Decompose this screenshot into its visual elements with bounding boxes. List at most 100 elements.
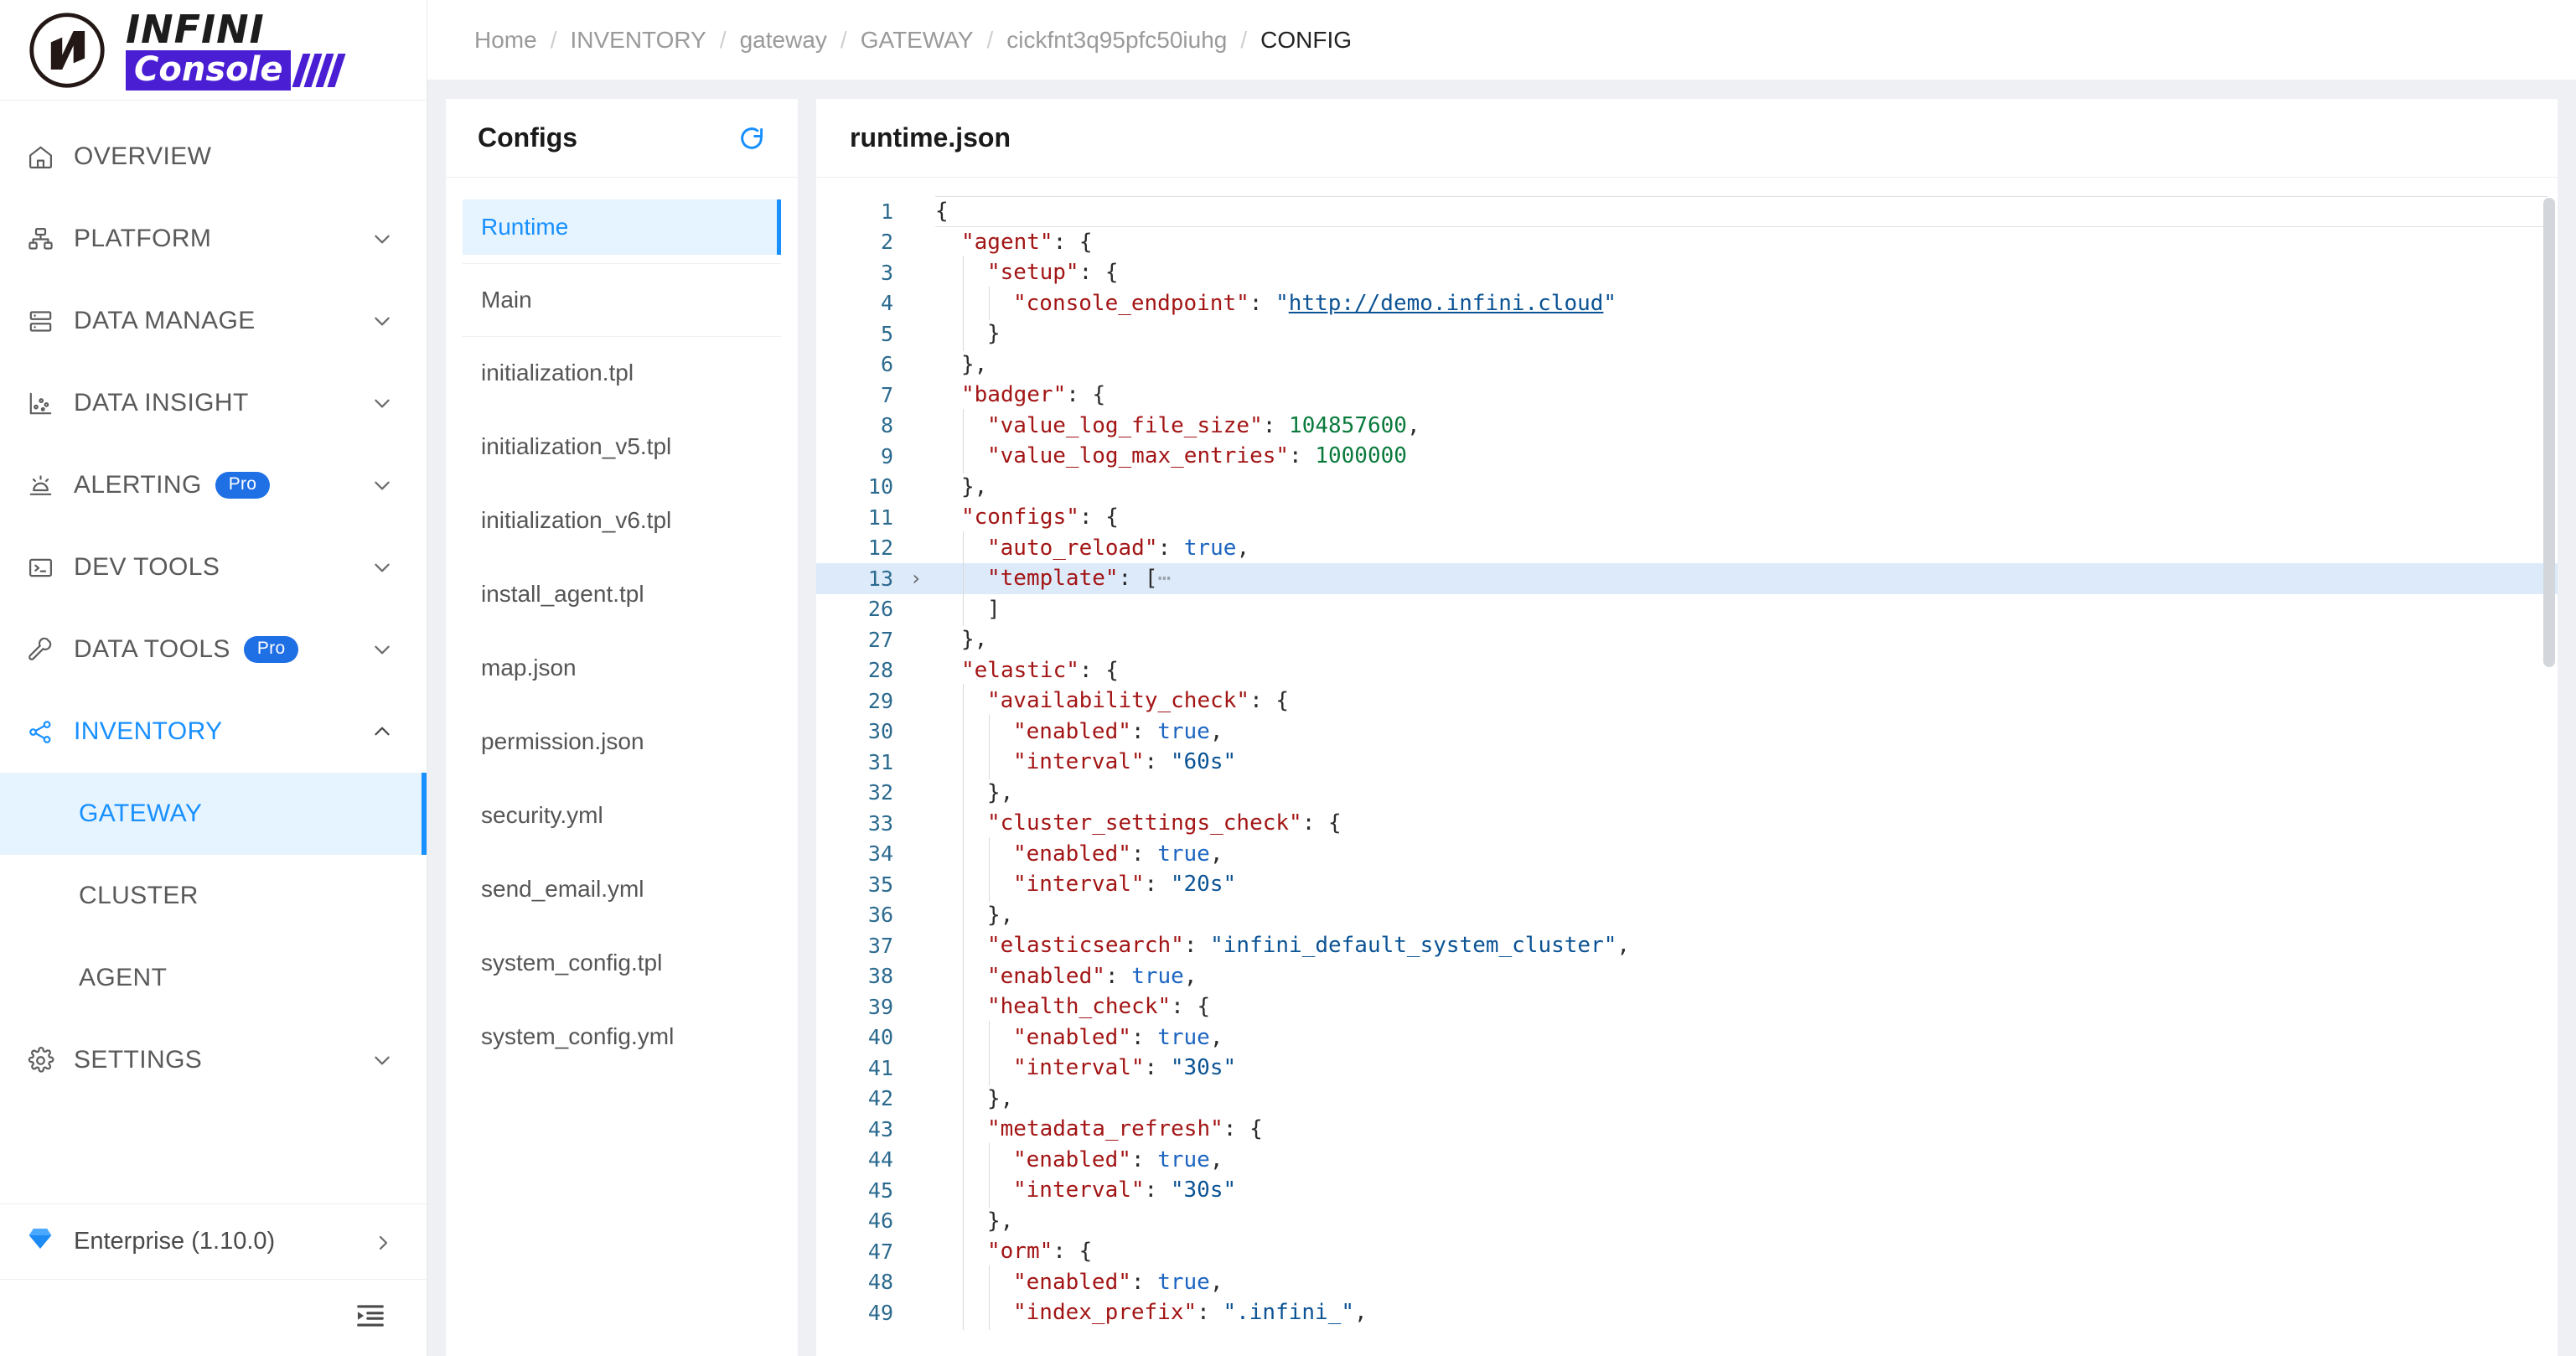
code-cell[interactable]: "orm": {	[935, 1234, 2558, 1268]
code-line[interactable]: 4 "console_endpoint": "http://demo.infini…	[816, 286, 2558, 320]
code-cell[interactable]: "cluster_settings_check": {	[935, 806, 2558, 840]
code-line[interactable]: 11 "configs": {	[816, 502, 2558, 533]
breadcrumb-item-cickfnt3q95pfc50iuhg[interactable]: cickfnt3q95pfc50iuhg	[1006, 27, 1227, 54]
sidebar-item-inventory[interactable]: INVENTORY	[0, 691, 427, 773]
code-line[interactable]: 9 "value_log_max_entries": 1000000	[816, 439, 2558, 473]
code-line[interactable]: 29 "availability_check": {	[816, 684, 2558, 717]
code-line[interactable]: 41 "interval": "30s"	[816, 1051, 2558, 1084]
code-cell[interactable]: "value_log_file_size": 104857600,	[935, 408, 2558, 443]
code-line[interactable]: 45 "interval": "30s"	[816, 1173, 2558, 1207]
config-file-item[interactable]: system_config.tpl	[463, 935, 781, 991]
code-cell[interactable]: "enabled": true,	[935, 714, 2558, 748]
config-file-item[interactable]: initialization_v5.tpl	[463, 419, 781, 474]
code-line[interactable]: 39 "health_check": {	[816, 990, 2558, 1023]
code-line[interactable]: 3 "setup": {	[816, 256, 2558, 289]
code-cell[interactable]: "elasticsearch": "infini_default_system_…	[935, 929, 2558, 962]
code-cell[interactable]: "badger": {	[935, 380, 2558, 411]
code-line[interactable]: 43 "metadata_refresh": {	[816, 1112, 2558, 1146]
config-file-item[interactable]: install_agent.tpl	[463, 567, 781, 622]
sidebar-item-data-tools[interactable]: DATA TOOLS Pro	[0, 608, 427, 691]
code-cell[interactable]: },	[935, 624, 2558, 655]
code-line[interactable]: 49 "index_prefix": ".infini_",	[816, 1296, 2558, 1329]
config-file-item[interactable]: initialization.tpl	[463, 345, 781, 401]
breadcrumb-item-inventory[interactable]: INVENTORY	[570, 27, 706, 54]
code-line[interactable]: 33 "cluster_settings_check": {	[816, 806, 2558, 840]
code-line[interactable]: 30 "enabled": true,	[816, 714, 2558, 748]
code-line[interactable]: 36},	[816, 898, 2558, 932]
editor-scrollbar[interactable]	[2543, 198, 2555, 1356]
code-cell[interactable]: "template": [⋯	[935, 562, 2558, 595]
code-cell[interactable]: "setup": {	[935, 256, 2558, 289]
chevron-down-icon[interactable]	[371, 1049, 393, 1071]
code-cell[interactable]: "agent": {	[935, 227, 2558, 258]
code-cell[interactable]: "console_endpoint": "http://demo.infini.…	[935, 286, 2558, 320]
code-cell[interactable]: "interval": "20s"	[935, 867, 2558, 901]
chevron-down-icon[interactable]	[371, 474, 393, 496]
fold-toggle-icon[interactable]: ›	[897, 567, 935, 590]
chevron-down-icon[interactable]	[371, 639, 393, 660]
code-line[interactable]: 42},	[816, 1081, 2558, 1115]
sidebar-item-dev-tools[interactable]: DEV TOOLS	[0, 526, 427, 608]
sidebar-item-overview[interactable]: OVERVIEW	[0, 116, 427, 198]
brand-logo[interactable]: INFINI Console	[0, 0, 427, 101]
config-file-item[interactable]: system_config.yml	[463, 1009, 781, 1064]
sidebar-item-cluster[interactable]: CLUSTER	[0, 855, 427, 937]
code-line[interactable]: 44 "enabled": true,	[816, 1142, 2558, 1177]
sidebar-item-alerting[interactable]: ALERTING Pro	[0, 444, 427, 526]
config-file-item[interactable]: Main	[463, 272, 781, 328]
config-file-item[interactable]: send_email.yml	[463, 862, 781, 917]
sidebar-item-settings[interactable]: SETTINGS	[0, 1019, 427, 1101]
code-line[interactable]: 27},	[816, 624, 2558, 655]
code-line[interactable]: 47 "orm": {	[816, 1234, 2558, 1268]
sidebar-item-platform[interactable]: PLATFORM	[0, 198, 427, 280]
code-cell[interactable]: "enabled": true,	[935, 1142, 2558, 1177]
refresh-icon[interactable]	[737, 124, 766, 153]
code-editor[interactable]: 1{2 "agent": {3 "setup": {4 "console_endpoi…	[816, 178, 2558, 1356]
code-cell[interactable]: "enabled": true,	[935, 959, 2558, 993]
sidebar-collapse-button[interactable]	[0, 1279, 427, 1356]
code-cell[interactable]: "enabled": true,	[935, 1020, 2558, 1054]
code-cell[interactable]: "interval": "60s"	[935, 745, 2558, 779]
breadcrumb-item-home[interactable]: Home	[474, 27, 537, 54]
code-cell[interactable]: }	[935, 317, 2558, 350]
code-line[interactable]: 26]	[816, 592, 2558, 626]
config-file-item[interactable]: permission.json	[463, 714, 781, 769]
chevron-down-icon[interactable]	[371, 228, 393, 250]
code-line[interactable]: 48 "enabled": true,	[816, 1265, 2558, 1299]
code-cell[interactable]: "metadata_refresh": {	[935, 1112, 2558, 1146]
code-line[interactable]: 37 "elasticsearch": "infini_default_syste…	[816, 929, 2558, 962]
code-cell[interactable]: "interval": "30s"	[935, 1173, 2558, 1207]
code-line[interactable]: 31 "interval": "60s"	[816, 745, 2558, 779]
code-line[interactable]: 46},	[816, 1203, 2558, 1238]
code-cell[interactable]: },	[935, 472, 2558, 503]
code-cell[interactable]: },	[935, 349, 2558, 380]
breadcrumb-item-gateway[interactable]: GATEWAY	[861, 27, 974, 54]
sidebar-item-agent[interactable]: AGENT	[0, 937, 427, 1019]
sidebar-item-data-insight[interactable]: DATA INSIGHT	[0, 362, 427, 444]
code-cell[interactable]: "index_prefix": ".infini_",	[935, 1296, 2558, 1329]
code-cell[interactable]: },	[935, 898, 2558, 932]
chevron-down-icon[interactable]	[371, 310, 393, 332]
code-cell[interactable]: },	[935, 775, 2558, 810]
sidebar-item-gateway[interactable]: GATEWAY	[0, 773, 427, 855]
code-line[interactable]: 6},	[816, 349, 2558, 380]
license-footer[interactable]: Enterprise (1.10.0)	[0, 1203, 427, 1279]
code-line[interactable]: 1{	[816, 196, 2558, 227]
code-cell[interactable]: "auto_reload": true,	[935, 530, 2558, 565]
code-cell[interactable]: "elastic": {	[935, 655, 2558, 686]
code-line[interactable]: 2 "agent": {	[816, 227, 2558, 258]
code-line[interactable]: 38 "enabled": true,	[816, 959, 2558, 993]
code-link[interactable]: http://demo.infini.cloud	[1289, 291, 1604, 316]
code-line[interactable]: 12 "auto_reload": true,	[816, 530, 2558, 565]
code-cell[interactable]: "configs": {	[935, 502, 2558, 533]
code-cell[interactable]: },	[935, 1081, 2558, 1115]
code-line[interactable]: 8 "value_log_file_size": 104857600,	[816, 408, 2558, 443]
code-line[interactable]: 34 "enabled": true,	[816, 836, 2558, 871]
config-file-item[interactable]: Runtime	[463, 199, 781, 255]
chevron-up-icon[interactable]	[371, 721, 393, 743]
code-line[interactable]: 5}	[816, 317, 2558, 350]
code-line[interactable]: 10},	[816, 472, 2558, 503]
config-file-item[interactable]: security.yml	[463, 788, 781, 843]
code-cell[interactable]: "enabled": true,	[935, 1265, 2558, 1299]
chevron-down-icon[interactable]	[371, 392, 393, 414]
